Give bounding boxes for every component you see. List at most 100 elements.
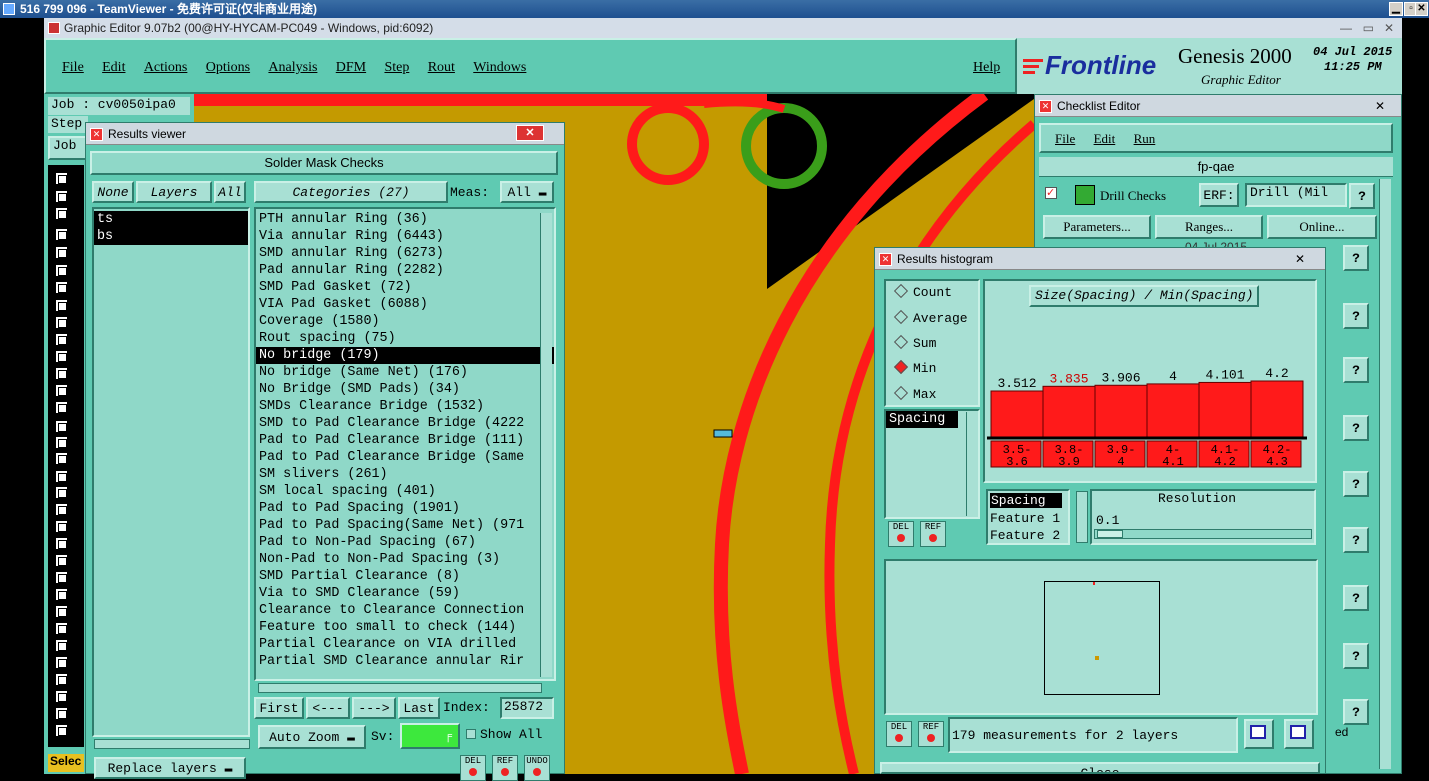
- category-item[interactable]: Rout spacing (75): [256, 330, 554, 347]
- layer-toggle[interactable]: [55, 656, 68, 669]
- close-button[interactable]: ✕: [1415, 2, 1428, 16]
- category-item[interactable]: Pad to Non-Pad Spacing (67): [256, 534, 554, 551]
- layer-toggle[interactable]: [55, 486, 68, 499]
- option-average[interactable]: Average: [893, 309, 968, 326]
- layer-toggle[interactable]: [55, 228, 68, 241]
- row-action-button[interactable]: ?: [1343, 699, 1369, 725]
- erf-field[interactable]: Drill (Mil: [1245, 183, 1347, 207]
- menu-rout[interactable]: Rout: [428, 60, 455, 76]
- categories-button[interactable]: Categories (27): [254, 181, 448, 203]
- category-item[interactable]: No bridge (179): [256, 347, 554, 364]
- parameters-button[interactable]: Parameters...: [1043, 215, 1151, 239]
- layer-toggle[interactable]: [55, 207, 68, 220]
- row-action-button[interactable]: ?: [1343, 245, 1369, 271]
- row-action-button[interactable]: ?: [1343, 643, 1369, 669]
- export-icon[interactable]: [1244, 719, 1274, 749]
- auto-zoom-dropdown[interactable]: Auto Zoom ▬: [258, 725, 366, 749]
- menu-actions[interactable]: Actions: [144, 60, 188, 76]
- layer-toggle[interactable]: [55, 571, 68, 584]
- online-button[interactable]: Online...: [1267, 215, 1377, 239]
- layer-toggle[interactable]: [55, 172, 68, 185]
- field-scrollbar[interactable]: [1076, 491, 1088, 543]
- import-icon[interactable]: [1284, 719, 1314, 749]
- menu-edit[interactable]: Edit: [102, 60, 125, 76]
- layer-toggle[interactable]: [55, 367, 68, 380]
- category-item[interactable]: Clearance to Clearance Connection: [256, 602, 554, 619]
- layer-toggle[interactable]: [55, 420, 68, 433]
- window-maximize-icon[interactable]: ▭: [1363, 18, 1374, 38]
- category-item[interactable]: Coverage (1580): [256, 313, 554, 330]
- layer-toggle[interactable]: [55, 707, 68, 720]
- layer-item[interactable]: bs: [94, 228, 248, 245]
- ranges-button[interactable]: Ranges...: [1155, 215, 1263, 239]
- layers-button[interactable]: Layers: [136, 181, 212, 203]
- layer-toggle[interactable]: [55, 503, 68, 516]
- prev-button[interactable]: <---: [306, 697, 350, 719]
- option-min[interactable]: Min: [893, 359, 936, 376]
- drill-help-button[interactable]: ?: [1349, 183, 1375, 209]
- checklist-menu-file[interactable]: File: [1055, 131, 1075, 147]
- layer-toggle[interactable]: [55, 436, 68, 449]
- histogram-bar[interactable]: [1198, 381, 1252, 438]
- layer-toggle[interactable]: [55, 605, 68, 618]
- option-count[interactable]: Count: [893, 283, 952, 300]
- category-item[interactable]: VIA Pad Gasket (6088): [256, 296, 554, 313]
- layer-toggle[interactable]: [55, 520, 68, 533]
- layer-toggle[interactable]: [55, 639, 68, 652]
- replace-layers-dropdown[interactable]: Replace layers ▬: [94, 757, 246, 779]
- histogram-bar[interactable]: [1146, 383, 1200, 438]
- category-item[interactable]: SMDs Clearance Bridge (1532): [256, 398, 554, 415]
- histogram-bar[interactable]: [1250, 380, 1304, 438]
- layer-toggle[interactable]: [55, 690, 68, 703]
- menu-file[interactable]: File: [62, 60, 84, 76]
- category-item[interactable]: Pad to Pad Spacing(Same Net) (971: [256, 517, 554, 534]
- histogram-close-icon[interactable]: ✕: [1295, 248, 1305, 270]
- select-indicator[interactable]: Selec: [48, 754, 84, 772]
- row-action-button[interactable]: ?: [1343, 303, 1369, 329]
- preview-del-button[interactable]: DEL: [886, 721, 912, 747]
- histogram-bar[interactable]: [1094, 384, 1148, 438]
- field-spacing[interactable]: Spacing: [990, 493, 1062, 508]
- layer-toggle[interactable]: [55, 299, 68, 312]
- layer-toggle[interactable]: [55, 246, 68, 259]
- undo-button[interactable]: UNDO: [524, 755, 550, 781]
- category-item[interactable]: SMD Partial Clearance (8): [256, 568, 554, 585]
- category-item[interactable]: Pad to Pad Clearance Bridge (Same: [256, 449, 554, 466]
- checklist-menu-edit[interactable]: Edit: [1094, 131, 1116, 147]
- histogram-bar[interactable]: [1042, 385, 1096, 438]
- row-action-button[interactable]: ?: [1343, 471, 1369, 497]
- layer-toggle[interactable]: [55, 537, 68, 550]
- category-item[interactable]: SM local spacing (401): [256, 483, 554, 500]
- row-action-button[interactable]: ?: [1343, 357, 1369, 383]
- window-close-icon[interactable]: ✕: [1384, 18, 1394, 38]
- sv-color-selector[interactable]: ╒: [400, 723, 460, 749]
- menu-windows[interactable]: Windows: [473, 60, 526, 76]
- layer-toggle[interactable]: [55, 333, 68, 346]
- results-viewer-close-button[interactable]: ✕: [516, 125, 544, 141]
- drill-checks-checkbox[interactable]: ✓: [1045, 187, 1057, 199]
- category-item[interactable]: Pad to Pad Spacing (1901): [256, 500, 554, 517]
- measure-scrollbar[interactable]: [966, 412, 978, 516]
- category-item[interactable]: PTH annular Ring (36): [256, 211, 554, 228]
- row-action-button[interactable]: ?: [1343, 415, 1369, 441]
- category-item[interactable]: Via annular Ring (6443): [256, 228, 554, 245]
- menu-help[interactable]: Help: [973, 60, 1000, 76]
- first-button[interactable]: First: [254, 697, 304, 719]
- layer-toggle[interactable]: [55, 350, 68, 363]
- category-item[interactable]: Via to SMD Clearance (59): [256, 585, 554, 602]
- job-button[interactable]: Job: [48, 136, 88, 160]
- layer-toggle[interactable]: [55, 724, 68, 737]
- row-action-button[interactable]: ?: [1343, 527, 1369, 553]
- show-all-checkbox[interactable]: [466, 729, 476, 739]
- histogram-ref-button[interactable]: REF: [920, 521, 946, 547]
- category-scrollbar[interactable]: [540, 213, 552, 677]
- layer-item[interactable]: ts: [94, 211, 248, 228]
- all-button[interactable]: All: [214, 181, 246, 203]
- histogram-del-button[interactable]: DEL: [888, 521, 914, 547]
- none-button[interactable]: None: [92, 181, 134, 203]
- layer-toggle[interactable]: [55, 401, 68, 414]
- category-item[interactable]: Pad annular Ring (2282): [256, 262, 554, 279]
- field-feature2[interactable]: Feature 2: [990, 528, 1060, 543]
- row-action-button[interactable]: ?: [1343, 585, 1369, 611]
- layer-hscrollbar[interactable]: [94, 739, 250, 749]
